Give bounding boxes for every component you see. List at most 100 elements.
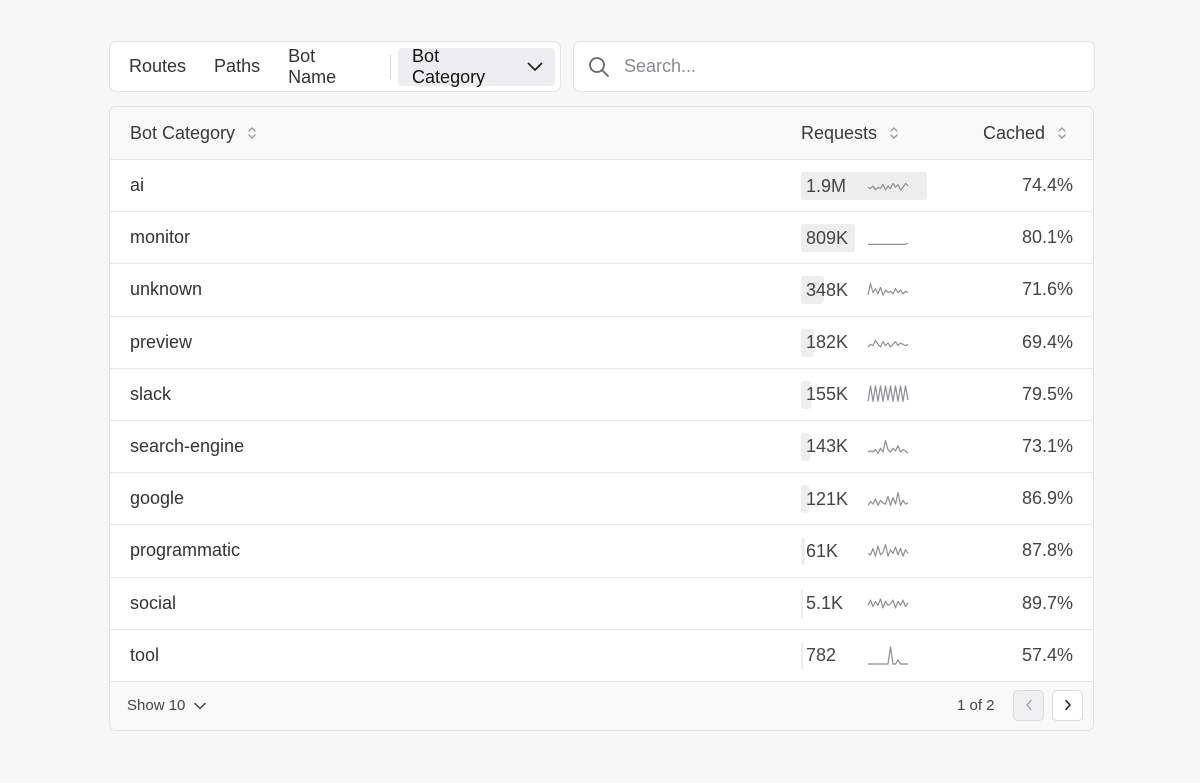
column-header-cached-label: Cached [983, 122, 1046, 143]
sparkline-path [867, 597, 909, 608]
table-row[interactable]: programmatic 61K 87.8% [110, 525, 1093, 578]
tab-bot-category-label: Bot Category [412, 45, 486, 87]
row-requests-value: 782 [806, 645, 837, 666]
requests-sparkline [867, 544, 909, 558]
row-cached-percent: 73.1% [1021, 436, 1073, 457]
row-requests-value: 121K [806, 488, 849, 509]
row-cached-percent: 74.4% [1021, 175, 1073, 196]
sparkline-path [868, 242, 909, 246]
requests-sparkline [867, 283, 909, 297]
sparkline-path [868, 646, 908, 665]
table-row[interactable]: monitor 809K 80.1% [110, 212, 1093, 265]
requests-sparkline [867, 597, 909, 608]
row-bot-category: google [130, 488, 185, 509]
row-requests-cell: 143K [801, 432, 909, 461]
sort-icon [247, 125, 257, 141]
sparkline-path [867, 283, 909, 297]
row-requests-value: 155K [806, 384, 849, 405]
row-bot-category: search-engine [130, 436, 245, 457]
row-requests-value: 348K [806, 279, 849, 300]
page-size-label: Show 10 [127, 697, 186, 715]
table-row[interactable]: preview 182K 69.4% [110, 317, 1093, 369]
row-bot-category: slack [130, 383, 172, 404]
requests-sparkline [868, 646, 908, 665]
row-requests-cell: 5.1K [801, 589, 909, 618]
table-row[interactable]: search-engine 143K 73.1% [110, 421, 1093, 474]
row-requests-cell: 1.9M [801, 172, 927, 200]
chevron-down-icon [527, 62, 543, 72]
row-cached-percent: 57.4% [1021, 644, 1073, 665]
page-size-select[interactable]: Show 10 [127, 697, 207, 715]
row-bot-category: ai [130, 175, 145, 196]
grouping-tabs: Routes Paths Bot Name Bot Category [109, 41, 561, 92]
row-bot-category: preview [130, 331, 193, 352]
sparkline-path [867, 182, 909, 191]
row-requests-cell: 809K [801, 224, 909, 253]
table-footer: Show 10 1 of 2 [110, 681, 1093, 730]
row-requests-value: 5.1K [806, 593, 844, 613]
row-requests-value: 143K [806, 436, 849, 457]
table-row[interactable]: tool 782 57.4% [110, 630, 1093, 682]
requests-sparkline [867, 492, 909, 507]
table-row[interactable]: slack 155K 79.5% [110, 369, 1093, 421]
sparkline-path [867, 439, 909, 454]
sparkline-path [867, 544, 909, 558]
row-bot-category: programmatic [130, 540, 241, 561]
row-requests-cell: 348K [801, 276, 909, 305]
row-requests-value: 809K [806, 227, 849, 248]
row-cached-percent: 80.1% [1021, 227, 1073, 248]
table-row[interactable]: google 121K 86.9% [110, 473, 1093, 526]
row-requests-cell: 121K [801, 485, 909, 514]
row-requests-value: 1.9M [806, 175, 847, 196]
row-requests-cell: 182K [801, 328, 909, 357]
sort-icon [1057, 125, 1067, 141]
next-page-button[interactable] [1052, 689, 1083, 721]
chevron-down-icon [194, 702, 207, 710]
column-header-name[interactable]: Bot Category [130, 123, 257, 144]
search-box[interactable] [573, 41, 1095, 92]
column-header-name-label: Bot Category [130, 122, 236, 143]
column-header-requests-label: Requests [801, 122, 878, 143]
row-cached-percent: 71.6% [1021, 279, 1073, 300]
row-requests-cell: 782 [801, 641, 909, 670]
sparkline-path [867, 492, 909, 507]
row-cached-percent: 89.7% [1021, 592, 1073, 613]
row-requests-cell: 61K [801, 537, 909, 566]
bot-category-table: Bot Category Requests Cached ai 1.9M 74.4%… [109, 106, 1094, 731]
row-bot-category: monitor [130, 227, 191, 248]
row-requests-value: 61K [806, 540, 839, 561]
column-header-requests[interactable]: Requests [801, 123, 899, 144]
search-input[interactable] [624, 56, 1064, 77]
page-info: 1 of 2 [957, 697, 995, 715]
row-requests-cell: 155K [801, 380, 909, 409]
row-bot-category: tool [130, 644, 160, 665]
table-row[interactable]: unknown 348K 71.6% [110, 264, 1093, 317]
table-header: Bot Category Requests Cached [110, 107, 1093, 160]
row-cached-percent: 79.5% [1021, 383, 1073, 404]
row-cached-percent: 86.9% [1021, 488, 1073, 509]
table-body: ai 1.9M 74.4% monitor 809K 80.1% unknown 348K 71… [110, 160, 1093, 682]
previous-page-button[interactable] [1013, 689, 1044, 721]
chevron-left-icon [1025, 699, 1033, 711]
toolbar: Routes Paths Bot Name Bot Category [109, 41, 1095, 92]
tab-paths[interactable]: Paths [200, 48, 274, 86]
row-requests-value: 182K [806, 332, 849, 353]
table-row[interactable]: social 5.1K 89.7% [110, 578, 1093, 630]
requests-sparkline [867, 339, 909, 348]
row-bot-category: unknown [130, 279, 203, 300]
sparkline-path [867, 385, 909, 402]
row-bot-category: social [130, 592, 177, 613]
column-header-cached[interactable]: Cached [983, 123, 1067, 144]
table-row[interactable]: ai 1.9M 74.4% [110, 160, 1093, 213]
tab-routes[interactable]: Routes [115, 48, 200, 86]
requests-sparkline [868, 242, 909, 246]
requests-sparkline [867, 439, 909, 454]
requests-sparkline [867, 182, 909, 191]
sparkline-path [867, 339, 909, 348]
sort-icon [889, 125, 899, 141]
row-cached-percent: 69.4% [1021, 331, 1073, 352]
search-icon [588, 56, 610, 78]
row-cached-percent: 87.8% [1021, 540, 1073, 561]
tab-bot-name[interactable]: Bot Name [274, 46, 382, 87]
tab-bot-category[interactable]: Bot Category [398, 45, 555, 87]
